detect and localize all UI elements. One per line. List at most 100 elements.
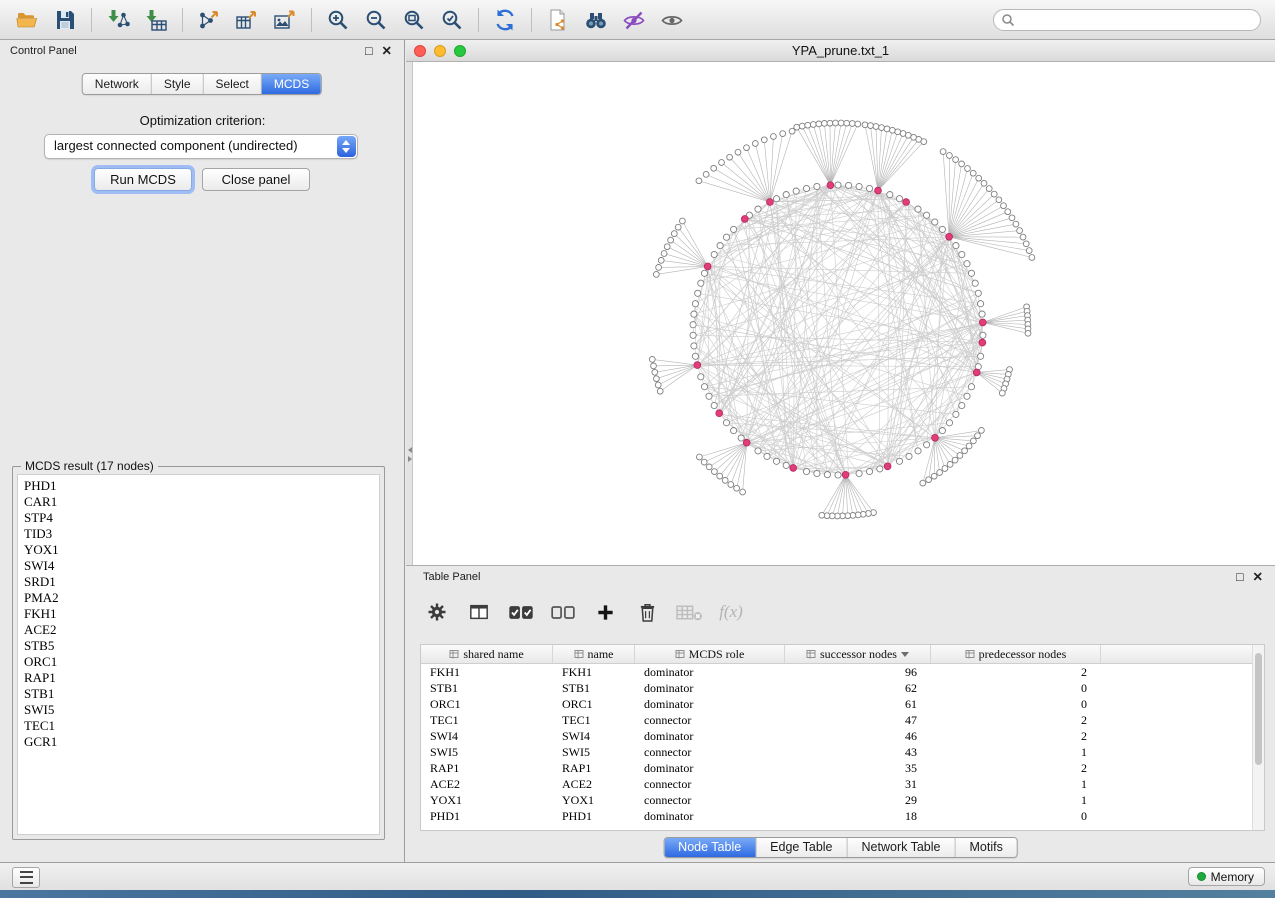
export-image-icon[interactable] — [268, 5, 302, 35]
hamburger-icon — [20, 871, 33, 884]
mcds-node-item[interactable]: SWI4 — [18, 558, 379, 574]
mcds-node-item[interactable]: SWI5 — [18, 702, 379, 718]
table-row[interactable]: TEC1TEC1connector472 — [421, 712, 1264, 728]
cell-mcds-role: connector — [635, 744, 785, 760]
mcds-node-item[interactable]: TEC1 — [18, 718, 379, 734]
table-row[interactable]: SWI5SWI5connector431 — [421, 744, 1264, 760]
hide-graphics-details-icon[interactable] — [617, 5, 651, 35]
status-menu-button[interactable] — [12, 867, 40, 888]
search-input[interactable] — [993, 9, 1261, 31]
mcds-result-title: MCDS result (17 nodes) — [21, 459, 158, 473]
network-window-titlebar[interactable]: YPA_prune.txt_1 — [406, 40, 1275, 62]
export-table-icon[interactable] — [230, 5, 264, 35]
tab-motifs[interactable]: Motifs — [955, 838, 1016, 857]
export-network-icon[interactable] — [192, 5, 226, 35]
close-table-panel-icon[interactable]: ✕ — [1253, 570, 1263, 584]
refresh-icon[interactable] — [488, 5, 522, 35]
open-document-icon[interactable] — [541, 5, 575, 35]
zoom-selected-icon[interactable] — [435, 5, 469, 35]
mcds-node-item[interactable]: CAR1 — [18, 494, 379, 510]
close-panel-icon[interactable]: ✕ — [382, 44, 392, 58]
table-row[interactable]: ORC1ORC1dominator610 — [421, 696, 1264, 712]
mcds-node-item[interactable]: FKH1 — [18, 606, 379, 622]
mcds-node-item[interactable]: SRD1 — [18, 574, 379, 590]
tab-style[interactable]: Style — [152, 74, 204, 94]
column-header-name[interactable]: name — [553, 645, 635, 663]
cell-shared-name: FKH1 — [421, 664, 553, 680]
mcds-node-item[interactable]: YOX1 — [18, 542, 379, 558]
mcds-node-item[interactable]: ORC1 — [18, 654, 379, 670]
toggle-columns-button[interactable] — [464, 598, 494, 626]
mcds-node-item[interactable]: ACE2 — [18, 622, 379, 638]
tab-network-table[interactable]: Network Table — [848, 838, 956, 857]
cell-filler — [1101, 664, 1264, 680]
cell-filler — [1101, 776, 1264, 792]
mcds-node-item[interactable]: TID3 — [18, 526, 379, 542]
tab-node-table[interactable]: Node Table — [664, 838, 756, 857]
mcds-node-item[interactable]: RAP1 — [18, 670, 379, 686]
control-panel: Control Panel □ ✕ NetworkStyleSelectMCDS… — [0, 40, 405, 862]
mcds-node-item[interactable]: GCR1 — [18, 734, 379, 750]
table-settings-button[interactable] — [422, 598, 452, 626]
float-panel-icon[interactable]: □ — [365, 44, 373, 58]
zoom-in-icon[interactable] — [321, 5, 355, 35]
clear-table-button[interactable] — [674, 598, 704, 626]
table-scrollbar[interactable] — [1252, 645, 1264, 830]
cell-filler — [1101, 744, 1264, 760]
table-panel: Table Panel □ ✕ f(x) shared namenameMCDS… — [406, 565, 1275, 862]
float-table-panel-icon[interactable]: □ — [1236, 570, 1244, 584]
mcds-node-item[interactable]: PMA2 — [18, 590, 379, 606]
splitter-collapse-icon[interactable] — [406, 447, 413, 462]
cell-successor-nodes: 35 — [785, 760, 931, 776]
table-row[interactable]: RAP1RAP1dominator352 — [421, 760, 1264, 776]
import-table-icon[interactable] — [139, 5, 173, 35]
tab-network[interactable]: Network — [83, 74, 152, 94]
zoom-out-icon[interactable] — [359, 5, 393, 35]
table-row[interactable]: YOX1YOX1connector291 — [421, 792, 1264, 808]
show-graphics-details-icon[interactable] — [655, 5, 689, 35]
tab-edge-table[interactable]: Edge Table — [756, 838, 847, 857]
mcds-node-item[interactable]: STB1 — [18, 686, 379, 702]
column-header-mcds-role[interactable]: MCDS role — [635, 645, 785, 663]
criterion-dropdown[interactable]: largest connected component (undirected) — [44, 134, 358, 159]
cell-predecessor-nodes: 0 — [931, 808, 1101, 824]
close-panel-button[interactable]: Close panel — [202, 168, 310, 191]
scrollbar-thumb[interactable] — [1255, 653, 1262, 765]
zoom-fit-icon[interactable] — [397, 5, 431, 35]
cell-predecessor-nodes: 2 — [931, 760, 1101, 776]
table-row[interactable]: ACE2ACE2connector311 — [421, 776, 1264, 792]
cell-filler — [1101, 696, 1264, 712]
tab-select[interactable]: Select — [204, 74, 262, 94]
delete-rows-button[interactable] — [632, 598, 662, 626]
run-mcds-button[interactable]: Run MCDS — [94, 168, 192, 191]
mcds-node-item[interactable]: STP4 — [18, 510, 379, 526]
table-row[interactable]: SWI4SWI4dominator462 — [421, 728, 1264, 744]
function-builder-button[interactable]: f(x) — [716, 598, 746, 626]
mcds-node-item[interactable]: STB5 — [18, 638, 379, 654]
add-row-button[interactable] — [590, 598, 620, 626]
mcds-node-item[interactable]: PHD1 — [18, 478, 379, 494]
tab-mcds[interactable]: MCDS — [262, 74, 321, 94]
network-view[interactable] — [413, 62, 1275, 565]
memory-button[interactable]: Memory — [1188, 867, 1265, 886]
save-session-icon[interactable] — [48, 5, 82, 35]
cell-mcds-role: dominator — [635, 728, 785, 744]
main-toolbar-icons — [8, 5, 691, 35]
import-network-icon[interactable] — [101, 5, 135, 35]
cell-shared-name: YOX1 — [421, 792, 553, 808]
toolbar-separator — [182, 8, 183, 32]
table-body: FKH1FKH1dominator962STB1STB1dominator620… — [421, 664, 1264, 824]
column-header-successor-nodes[interactable]: successor nodes — [785, 645, 931, 663]
select-all-rows-button[interactable] — [506, 598, 536, 626]
column-header-shared-name[interactable]: shared name — [421, 645, 553, 663]
open-session-icon[interactable] — [10, 5, 44, 35]
search-network-icon[interactable] — [579, 5, 613, 35]
cell-shared-name: SWI5 — [421, 744, 553, 760]
table-row[interactable]: STB1STB1dominator620 — [421, 680, 1264, 696]
deselect-all-rows-button[interactable] — [548, 598, 578, 626]
application-window: Control Panel □ ✕ NetworkStyleSelectMCDS… — [0, 0, 1275, 890]
panel-splitter[interactable] — [406, 62, 413, 565]
table-row[interactable]: PHD1PHD1dominator180 — [421, 808, 1264, 824]
column-header-predecessor-nodes[interactable]: predecessor nodes — [931, 645, 1101, 663]
table-row[interactable]: FKH1FKH1dominator962 — [421, 664, 1264, 680]
